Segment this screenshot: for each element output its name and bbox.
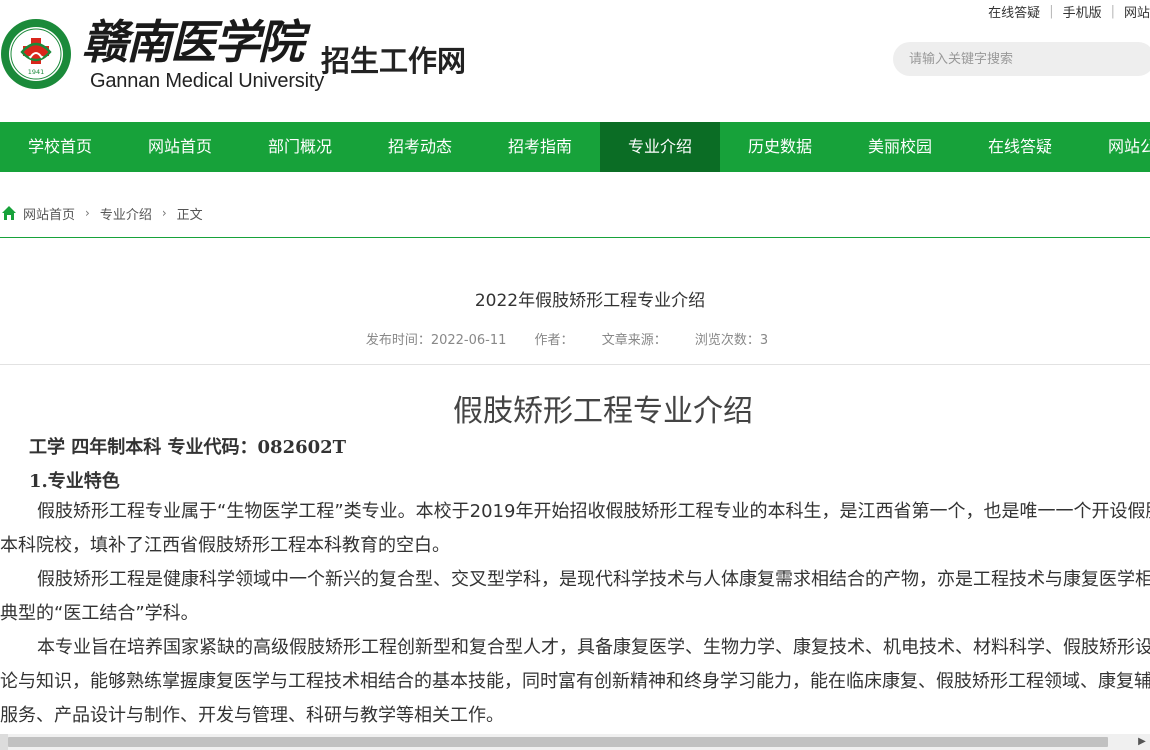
divider bbox=[0, 237, 1150, 238]
university-english-name: Gannan Medical University bbox=[90, 70, 324, 92]
author: 作者： bbox=[534, 333, 574, 348]
search-box bbox=[893, 42, 1150, 76]
breadcrumb-site-home[interactable]: 网站首页 bbox=[23, 204, 75, 223]
top-link-site[interactable]: 网站 bbox=[1124, 2, 1150, 21]
breadcrumb-majors[interactable]: 专业介绍 bbox=[100, 204, 152, 223]
main-nav: 学校首页 网站首页 部门概况 招考动态 招考指南 专业介绍 历史数据 美丽校园 … bbox=[0, 122, 1150, 172]
nav-item-online-qa[interactable]: 在线答疑 bbox=[960, 122, 1080, 172]
university-calligraphy-logo[interactable]: 赣南医学院 bbox=[82, 10, 312, 70]
site-header: 1941 赣南医学院 Gannan Medical University 招生工… bbox=[0, 0, 1150, 122]
content-title: 假肢矫形工程专业介绍 bbox=[453, 394, 753, 429]
article-body: 假肢矫形工程专业介绍 工学 四年制本科 专业代码：082602T 1.专业特色 … bbox=[0, 378, 1150, 734]
top-link-online-qa[interactable]: 在线答疑 bbox=[988, 2, 1040, 21]
nav-item-campus[interactable]: 美丽校园 bbox=[840, 122, 960, 172]
scrollbar-thumb[interactable] bbox=[8, 737, 1108, 747]
nav-item-admission-news[interactable]: 招考动态 bbox=[360, 122, 480, 172]
breadcrumb: 网站首页 › 专业介绍 › 正文 bbox=[0, 200, 1150, 226]
svg-text:赣南医学院: 赣南医学院 bbox=[82, 15, 311, 69]
nav-item-announcements[interactable]: 网站公告 bbox=[1080, 122, 1150, 172]
chevron-right-icon: › bbox=[85, 206, 90, 220]
article-source: 文章来源： bbox=[601, 333, 667, 348]
article-title: 2022年假肢矫形工程专业介绍 bbox=[474, 291, 706, 311]
publish-time: 发布时间：2022-06-11 bbox=[365, 333, 507, 348]
paragraph: 本专业旨在培养国家紧缺的高级假肢矫形工程创新型和复合型人才，具备康复医学、生物力… bbox=[0, 637, 1150, 726]
university-emblem-icon[interactable]: 1941 bbox=[0, 18, 72, 90]
nav-item-site-home[interactable]: 网站首页 bbox=[120, 122, 240, 172]
nav-item-departments[interactable]: 部门概况 bbox=[240, 122, 360, 172]
divider bbox=[0, 364, 1150, 365]
divider: | bbox=[1110, 4, 1115, 19]
divider: | bbox=[1049, 4, 1054, 19]
breadcrumb-current: 正文 bbox=[176, 207, 203, 223]
article-meta: 发布时间：2022-06-11 作者： 文章来源： 浏览次数：3 bbox=[0, 329, 1134, 348]
search-input[interactable] bbox=[893, 42, 1149, 76]
top-link-mobile[interactable]: 手机版 bbox=[1063, 2, 1102, 21]
nav-item-admission-guide[interactable]: 招考指南 bbox=[480, 122, 600, 172]
top-links: 在线答疑 | 手机版 | 网站 bbox=[988, 2, 1150, 21]
major-info: 工学 四年制本科 专业代码：082602T bbox=[29, 437, 347, 458]
scroll-right-icon[interactable]: ▶ bbox=[1134, 734, 1150, 750]
svg-text:1941: 1941 bbox=[28, 68, 45, 76]
nav-item-school-home[interactable]: 学校首页 bbox=[0, 122, 120, 172]
paragraph: 假肢矫形工程是健康科学领域中一个新兴的复合型、交叉型学科，是现代科学技术与人体康… bbox=[0, 569, 1150, 624]
nav-item-majors[interactable]: 专业介绍 bbox=[600, 122, 720, 172]
home-icon[interactable] bbox=[1, 205, 17, 221]
view-count: 浏览次数：3 bbox=[694, 333, 769, 348]
paragraph: 假肢矫形工程专业属于“生物医学工程”类专业。本校于2019年开始招收假肢矫形工程… bbox=[0, 501, 1150, 556]
horizontal-scrollbar[interactable]: ▶ bbox=[0, 734, 1150, 750]
section-heading: 1.专业特色 bbox=[29, 471, 120, 492]
nav-item-history-data[interactable]: 历史数据 bbox=[720, 122, 840, 172]
scroll-left-button[interactable] bbox=[0, 734, 8, 750]
chevron-right-icon: › bbox=[161, 206, 167, 220]
site-name: 招生工作网 bbox=[321, 44, 467, 78]
